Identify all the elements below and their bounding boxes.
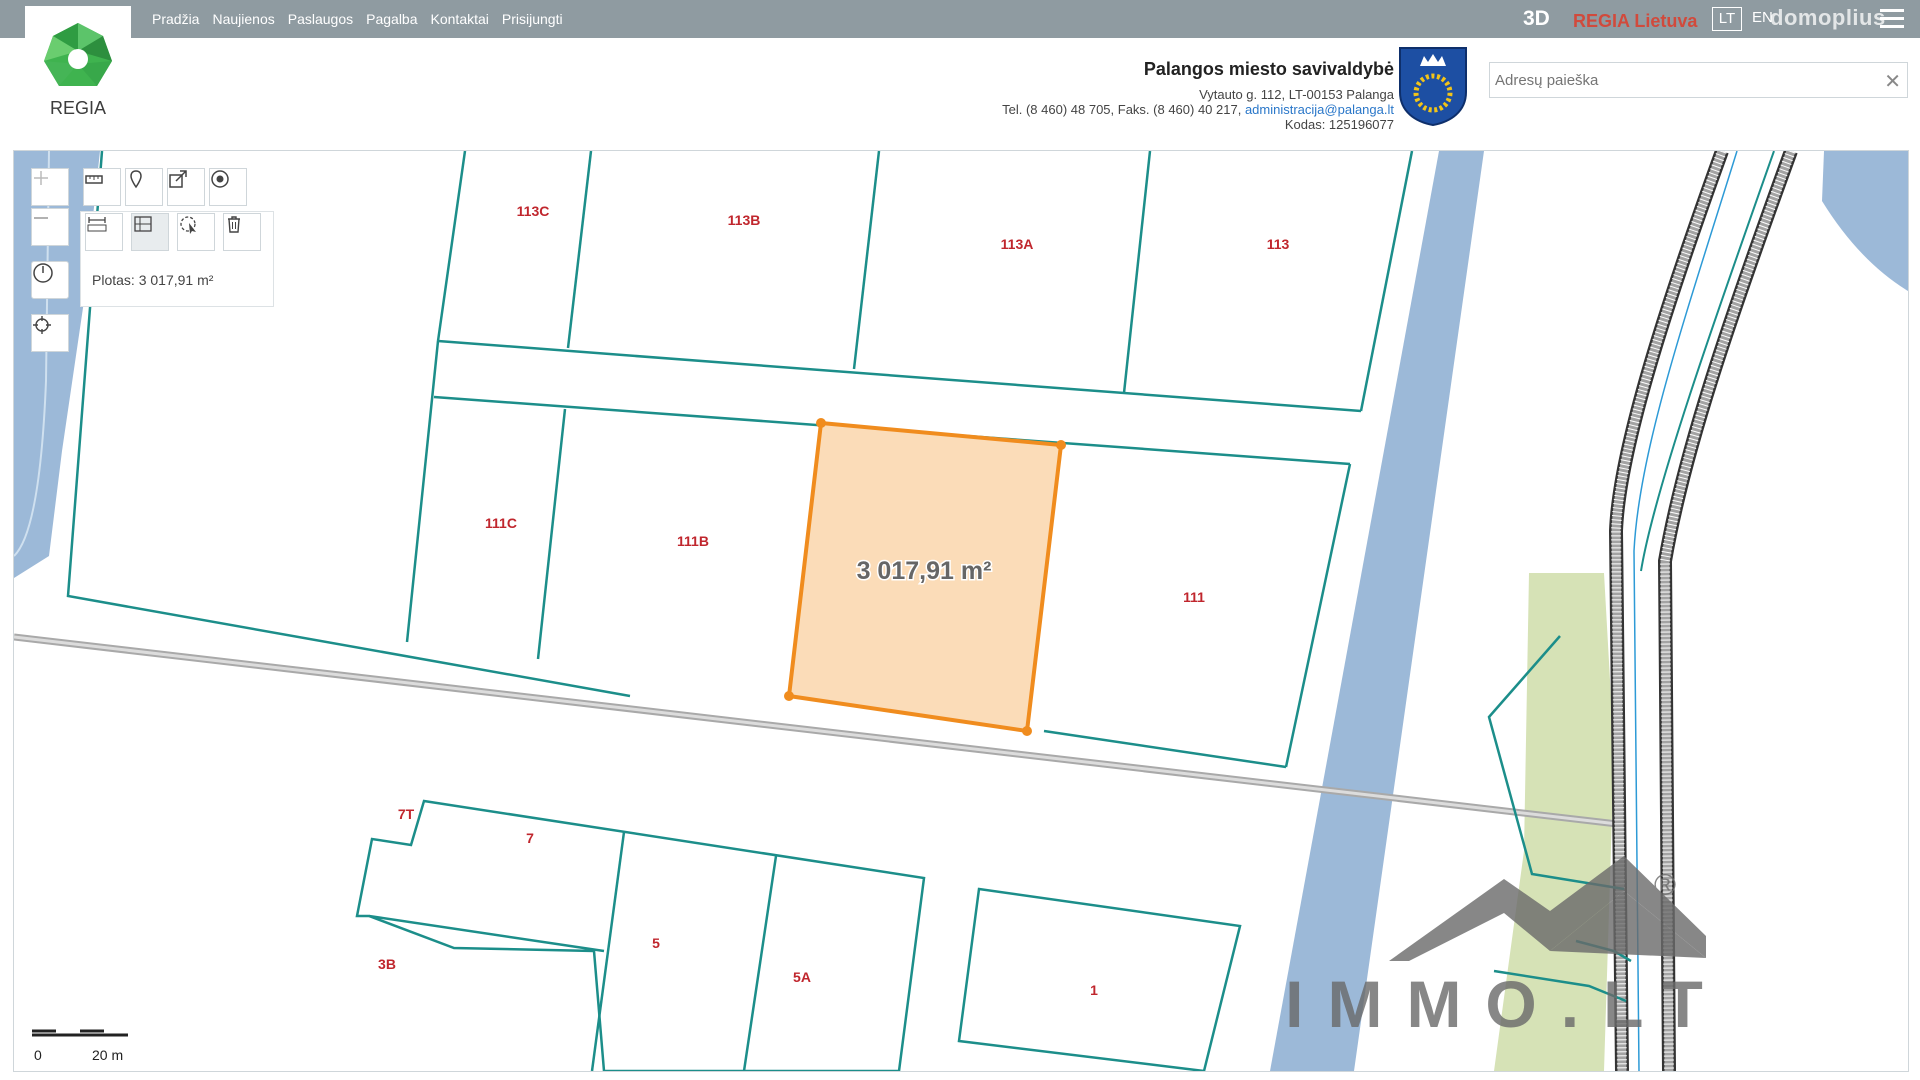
nav-link-services[interactable]: Paslaugos (288, 11, 353, 27)
trash-icon (228, 216, 240, 233)
crosshair-icon (33, 316, 51, 334)
history-button[interactable] (31, 261, 69, 299)
nav-link-contacts[interactable]: Kontaktai (431, 11, 489, 27)
parcel-label-7t: 7T (398, 806, 415, 822)
parcel-label-113c: 113C (517, 203, 550, 219)
parcel-label-113b: 113B (728, 212, 761, 228)
delete-measurement-button[interactable] (223, 213, 261, 251)
municipality-address: Vytauto g. 112, LT-00153 Palanga (1199, 87, 1394, 102)
main-nav: Pradžia Naujienos Paslaugos Pagalba Kont… (152, 0, 576, 38)
my-location-button[interactable] (31, 314, 69, 352)
hamburger-menu-icon[interactable] (1880, 9, 1904, 29)
regia-lietuva-link[interactable]: REGIA Lietuva (1573, 11, 1697, 32)
parcel-label-113: 113 (1267, 236, 1290, 252)
zoom-in-button[interactable] (31, 168, 69, 206)
nav-link-home[interactable]: Pradžia (152, 11, 199, 27)
language-lt-button[interactable]: LT (1712, 7, 1742, 31)
regia-logo[interactable]: REGIA (25, 6, 131, 122)
measured-area-result: Plotas: 3 017,91 m² (92, 272, 214, 288)
scale-start-label: 0 (34, 1047, 42, 1063)
3d-toggle-button[interactable]: 3D (1523, 7, 1550, 31)
clear-search-icon[interactable]: ✕ (1884, 69, 1901, 94)
nav-link-news[interactable]: Naujienos (212, 11, 274, 27)
scale-bar (32, 1029, 128, 1037)
nav-link-login[interactable]: Prisijungti (502, 11, 563, 27)
map-view[interactable]: 3 017,91 m² 113C 113B 113A 113 111C 111B… (13, 150, 1909, 1072)
palanga-coat-of-arms (1399, 47, 1467, 126)
immo-brand-text: IMMO.LT (1285, 967, 1727, 1041)
selected-area-label: 3 017,91 m² (857, 557, 992, 585)
parcel-label-113a: 113A (1001, 236, 1034, 252)
measure-tool-button[interactable] (83, 168, 121, 206)
map-pin-icon (130, 170, 142, 189)
municipality-code: Kodas: 125196077 (1284, 117, 1394, 132)
address-search-input[interactable] (1490, 63, 1855, 97)
nav-link-help[interactable]: Pagalba (366, 11, 417, 27)
parcel-label-3b: 3B (378, 956, 396, 972)
pointer-select-icon (180, 216, 196, 234)
domoplius-watermark: domoplius (1770, 5, 1886, 30)
parcel-label-111: 111 (1183, 589, 1205, 605)
locate-point-button[interactable] (209, 168, 247, 206)
municipality-phone: Tel. (8 460) 48 705, Faks. (8 460) 40 21… (1002, 102, 1245, 117)
scale-end-label: 20 m (92, 1047, 124, 1063)
municipality-title: Palangos miesto savivaldybė (1143, 59, 1394, 79)
parcel-label-5a: 5A (793, 969, 811, 985)
registered-mark: ® (1654, 869, 1676, 902)
parcel-label-111c: 111C (485, 515, 517, 531)
ruler-icon (85, 175, 103, 184)
clock-icon (33, 263, 53, 283)
regia-logo-text: REGIA (50, 98, 106, 118)
target-icon (211, 170, 229, 188)
parcel-label-7: 7 (526, 830, 534, 846)
share-icon (169, 170, 187, 188)
parcel-label-5: 5 (652, 935, 660, 951)
top-bar: Pradžia Naujienos Paslaugos Pagalba Kont… (0, 0, 1920, 38)
measure-area-icon (134, 216, 152, 232)
municipality-contacts: Tel. (8 460) 48 705, Faks. (8 460) 40 21… (1002, 102, 1394, 117)
zoom-out-button[interactable] (31, 208, 69, 246)
sea-water-right (1822, 151, 1908, 291)
parcel-label-1: 1 (1090, 982, 1098, 998)
measure-distance-icon (87, 217, 107, 232)
municipality-email-link[interactable]: administracija@palanga.lt (1245, 102, 1394, 117)
share-button[interactable] (167, 168, 205, 206)
measure-area-button[interactable] (131, 213, 169, 251)
minus-icon (34, 217, 48, 219)
plus-icon (34, 171, 48, 185)
parcel-label-111b: 111B (677, 533, 709, 549)
place-marker-button[interactable] (125, 168, 163, 206)
regia-logo-icon: REGIA (44, 23, 112, 118)
address-search: ✕ (1489, 62, 1908, 98)
select-object-button[interactable] (177, 213, 215, 251)
map-canvas[interactable]: 3 017,91 m² 113C 113B 113A 113 111C 111B… (14, 151, 1908, 1071)
measure-distance-button[interactable] (85, 213, 123, 251)
